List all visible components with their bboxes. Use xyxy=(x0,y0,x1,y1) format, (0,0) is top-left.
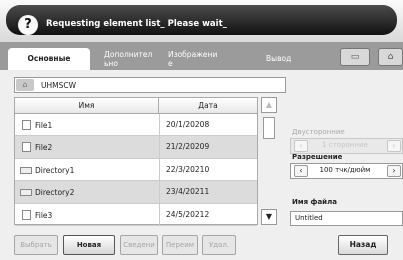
row-name: File2 xyxy=(35,143,53,153)
table-row[interactable]: File3 24/5/20212 xyxy=(15,203,257,226)
resolution-value: 100 тчк/дюйм xyxy=(319,166,371,174)
duplex-label: Двусторонние xyxy=(292,128,345,136)
column-date[interactable]: Дата xyxy=(159,98,257,114)
file-list: Имя Дата File1 20/1/20208 File2 21/2/20209 D… xyxy=(14,97,258,226)
status-banner: ? Requesting element list_ Please wait_ xyxy=(0,0,403,42)
list-scrollbar[interactable]: ▲ ▼ xyxy=(259,97,279,225)
chevron-left-icon[interactable]: ‹ xyxy=(294,140,308,152)
tab-advanced[interactable]: Дополнител ьно xyxy=(100,48,160,70)
path-value: UHMSCW xyxy=(41,81,77,90)
status-message: Requesting element list_ Please wait_ xyxy=(46,19,227,29)
rename-button[interactable]: Переим xyxy=(162,235,198,255)
scroll-down-button[interactable]: ▼ xyxy=(261,209,277,225)
new-folder-button[interactable]: Новая папка xyxy=(63,235,115,260)
delete-button[interactable]: Удал. xyxy=(202,235,236,255)
home-icon[interactable]: ⌂ xyxy=(378,48,403,66)
filename-label: Имя файла xyxy=(292,198,337,206)
table-row[interactable]: File2 21/2/20209 xyxy=(15,136,257,159)
back-button[interactable]: Назад xyxy=(338,235,388,255)
chevron-right-icon[interactable]: › xyxy=(387,165,401,177)
chevron-right-icon[interactable]: › xyxy=(387,140,401,152)
resolution-label: Разрешение xyxy=(292,153,343,161)
path-bar: ⌂ UHMSCW xyxy=(14,77,286,93)
chevron-left-icon[interactable]: ‹ xyxy=(294,165,308,177)
main-panel: ⌂ UHMSCW Имя Дата File1 20/1/20208 File2 21… xyxy=(0,70,403,260)
column-name[interactable]: Имя xyxy=(15,98,159,114)
file-icon xyxy=(22,142,31,153)
resolution-stepper[interactable]: ‹ 100 тчк/дюйм › xyxy=(290,163,403,179)
status-pill: ? Requesting element list_ Please wait_ xyxy=(6,5,397,35)
folder-icon xyxy=(20,189,32,197)
tab-image[interactable]: Изображени е xyxy=(164,48,232,70)
help-icon[interactable]: ? xyxy=(18,15,38,35)
duplex-value: 1 сторонние xyxy=(322,141,368,149)
table-row[interactable]: Directory1 22/3/20210 xyxy=(15,158,257,182)
duplex-stepper[interactable]: ‹ 1 сторонние › xyxy=(290,138,403,154)
row-date: 20/1/20208 xyxy=(159,114,257,136)
row-name: Directory1 xyxy=(35,165,75,175)
folder-icon xyxy=(20,166,32,174)
row-date: 24/5/20212 xyxy=(159,203,257,226)
row-name: Directory2 xyxy=(35,188,75,198)
scroll-thumb[interactable] xyxy=(263,117,275,139)
row-name: File1 xyxy=(35,121,53,130)
row-name: File3 xyxy=(35,210,53,220)
list-rows: File1 20/1/20208 File2 21/2/20209 Directory1… xyxy=(15,114,257,226)
filename-input[interactable]: Untitled xyxy=(290,211,403,226)
folder-up-icon[interactable]: ⌂ xyxy=(16,79,34,91)
tab-bar: Основные Дополнител ьно Изображени е Выв… xyxy=(0,42,403,70)
row-date: 21/2/20209 xyxy=(159,136,257,159)
copy-icon[interactable]: ▭ xyxy=(340,48,370,66)
list-header: Имя Дата xyxy=(15,98,257,114)
row-date: 23/4/20211 xyxy=(159,181,257,204)
table-row[interactable]: Directory2 23/4/20211 xyxy=(15,181,257,204)
file-icon xyxy=(22,209,31,220)
row-date: 22/3/20210 xyxy=(159,158,257,181)
scroll-up-button[interactable]: ▲ xyxy=(261,97,277,113)
tab-basic[interactable]: Основные xyxy=(8,48,90,70)
table-row[interactable]: File1 20/1/20208 xyxy=(15,114,257,137)
tab-output[interactable]: Вывод xyxy=(262,48,322,70)
info-button[interactable]: Сведени xyxy=(120,235,158,255)
file-icon xyxy=(22,120,31,130)
select-button[interactable]: Выбрать xyxy=(14,235,58,255)
